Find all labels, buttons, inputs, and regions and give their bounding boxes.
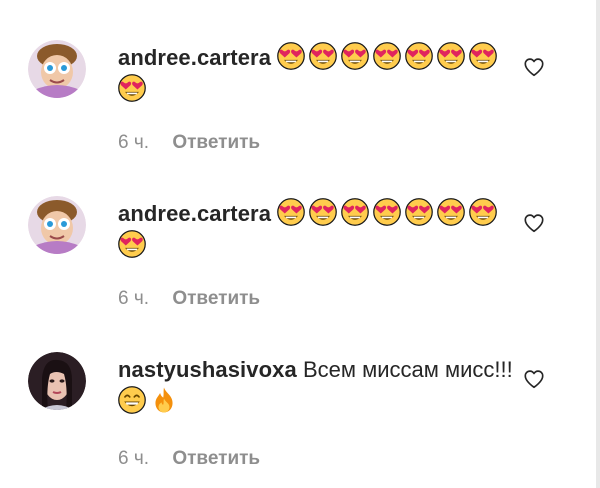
heart-eyes-emoji-icon (437, 198, 466, 226)
avatar[interactable] (28, 40, 86, 98)
heart-eyes-emoji-icon (118, 74, 146, 102)
heart-eyes-emoji-icon (277, 42, 306, 70)
heart-eyes-emoji-icon (277, 198, 306, 226)
comment-time: 6 ч. (118, 132, 150, 153)
heart-eyes-emoji-icon (437, 42, 466, 70)
comment-time: 6 ч. (118, 288, 150, 309)
heart-eyes-emoji-icon (118, 230, 146, 258)
comment-meta: 6 ч. Ответить (118, 288, 260, 310)
comment-text: Всем миссам мисс!!! (302, 357, 513, 382)
heart-eyes-emoji-icon (373, 42, 402, 70)
grinning-emoji-icon (118, 386, 146, 414)
comment-username[interactable]: andree.cartera (118, 201, 271, 226)
avatar[interactable] (28, 196, 86, 254)
heart-eyes-emoji-icon (405, 42, 434, 70)
like-heart-icon[interactable] (523, 56, 545, 78)
like-heart-icon[interactable] (523, 212, 545, 234)
comment-time: 6 ч. (118, 448, 150, 469)
comment-meta: 6 ч. Ответить (118, 448, 260, 470)
heart-eyes-emoji-icon (341, 42, 370, 70)
heart-eyes-emoji-icon (309, 198, 338, 226)
like-heart-icon[interactable] (523, 368, 545, 390)
heart-eyes-emoji-icon (405, 198, 434, 226)
comment-username[interactable]: andree.cartera (118, 45, 271, 70)
heart-eyes-emoji-icon (373, 198, 402, 226)
heart-eyes-emoji-icon (309, 42, 338, 70)
heart-eyes-emoji-icon (469, 198, 498, 226)
comment-username[interactable]: nastyushasivoxa (118, 357, 297, 382)
reply-button[interactable]: Ответить (172, 132, 260, 154)
reply-button[interactable]: Ответить (172, 448, 260, 470)
fire-emoji-icon (150, 386, 178, 414)
reply-button[interactable]: Ответить (172, 288, 260, 310)
heart-eyes-emoji-icon (341, 198, 370, 226)
scrollbar-edge (596, 0, 600, 488)
avatar[interactable] (28, 352, 86, 410)
comment-meta: 6 ч. Ответить (118, 132, 260, 154)
heart-eyes-emoji-icon (469, 42, 498, 70)
